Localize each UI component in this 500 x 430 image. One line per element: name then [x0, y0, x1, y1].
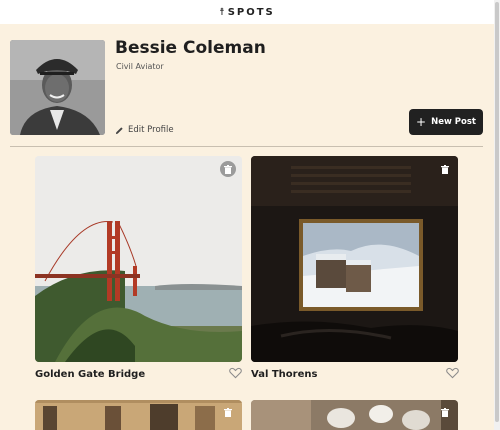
- card-image-building[interactable]: [35, 400, 242, 430]
- card-title: Golden Gate Bridge: [35, 369, 146, 380]
- card-image-restaurant[interactable]: [251, 400, 458, 430]
- avatar-image: [10, 40, 105, 135]
- val-thorens-photo: [251, 156, 458, 362]
- edit-profile-label: Edit Profile: [128, 125, 174, 135]
- logo[interactable]: ☨ SPOTS: [219, 7, 275, 18]
- golden-gate-photo: [35, 156, 242, 362]
- card-image-val-thorens[interactable]: [251, 156, 458, 362]
- new-post-button[interactable]: + New Post: [409, 109, 483, 135]
- trash-icon: [224, 407, 232, 417]
- trash-icon: [441, 164, 449, 174]
- card-title: Val Thorens: [251, 369, 318, 380]
- restaurant-photo: [251, 400, 458, 430]
- pencil-icon: [115, 126, 123, 134]
- trash-icon: [441, 407, 449, 417]
- delete-button-val-thorens[interactable]: [437, 161, 453, 177]
- scrollbar-thumb[interactable]: [495, 2, 499, 422]
- card-image-golden-gate[interactable]: [35, 156, 242, 362]
- delete-button-building[interactable]: [220, 404, 236, 420]
- delete-button-restaurant[interactable]: [437, 404, 453, 420]
- building-photo: [35, 400, 242, 430]
- divider: [10, 146, 483, 147]
- profile-description: Civil Aviator: [116, 62, 164, 71]
- header: ☨ SPOTS: [0, 0, 494, 24]
- delete-button-golden-gate[interactable]: [220, 161, 236, 177]
- avatar: [10, 40, 105, 135]
- heart-icon[interactable]: [446, 367, 459, 379]
- logo-icon: ☨: [219, 6, 225, 18]
- edit-profile-button[interactable]: Edit Profile: [115, 125, 174, 135]
- scrollbar[interactable]: [494, 0, 500, 430]
- trash-icon: [224, 164, 232, 174]
- profile-name: Bessie Coleman: [115, 38, 266, 58]
- logo-text: SPOTS: [227, 6, 275, 18]
- new-post-label: New Post: [431, 117, 476, 127]
- plus-icon: +: [416, 115, 427, 129]
- heart-icon[interactable]: [229, 367, 242, 379]
